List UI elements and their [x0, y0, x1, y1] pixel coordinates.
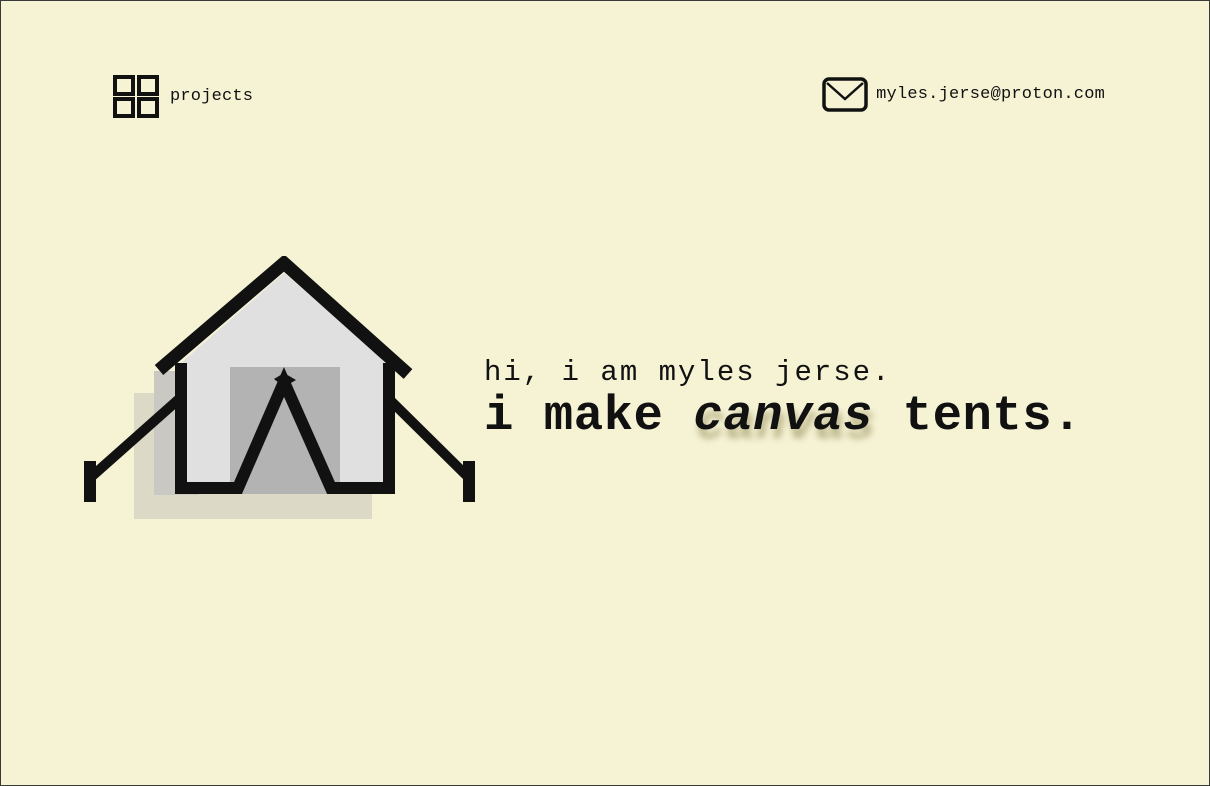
tagline-emphasis: canvas — [693, 388, 873, 444]
tagline: i make canvas tents. — [484, 391, 1082, 441]
tagline-before: i make — [484, 388, 694, 444]
projects-label: projects — [170, 87, 254, 106]
grid-icon — [113, 75, 159, 118]
tagline-after: tents. — [872, 388, 1083, 444]
tent-icon — [84, 254, 475, 519]
email-link[interactable]: myles.jerse@proton.com — [822, 75, 1105, 113]
tent-illustration — [81, 254, 481, 529]
greeting: hi, i am myles jerse. — [484, 356, 892, 389]
mail-icon — [822, 75, 868, 113]
hero-text: hi, i am myles jerse. i make canvas tent… — [484, 353, 1082, 441]
email-label: myles.jerse@proton.com — [876, 84, 1105, 104]
projects-link[interactable]: projects — [113, 75, 253, 118]
